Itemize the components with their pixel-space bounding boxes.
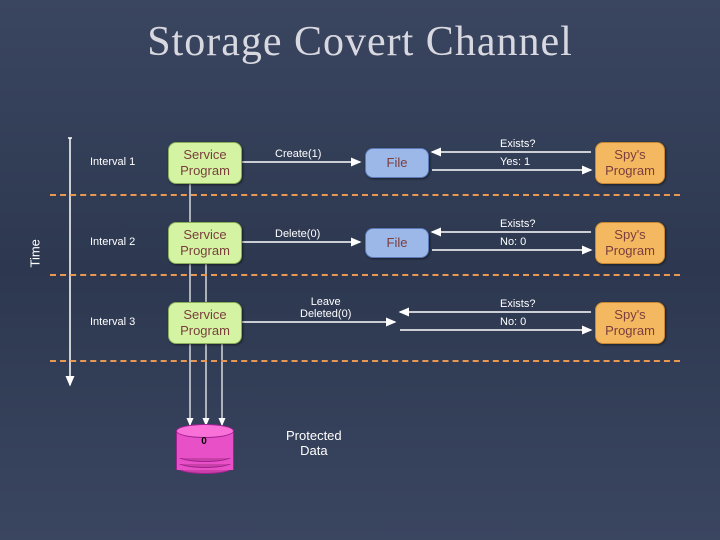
- divider-1: [50, 194, 680, 196]
- interval-2-label: Interval 2: [90, 236, 135, 248]
- slide-title: Storage Covert Channel: [0, 0, 720, 66]
- answer-label-2: No: 0: [500, 236, 526, 248]
- spy-box-2: Spy's Program: [595, 222, 665, 264]
- op-label-3: Leave Deleted(0): [300, 296, 351, 320]
- spy-box-3: Spy's Program: [595, 302, 665, 344]
- spy-box-2-text: Spy's Program: [605, 227, 655, 258]
- file-box-2-text: File: [387, 235, 408, 251]
- divider-3: [50, 360, 680, 362]
- answer-label-1: Yes: 1: [500, 156, 530, 168]
- answer-label-3: No: 0: [500, 316, 526, 328]
- cylinder-text: 0: [176, 436, 232, 447]
- interval-1-label: Interval 1: [90, 156, 135, 168]
- file-box-2: File: [365, 228, 429, 258]
- spy-box-1-text: Spy's Program: [605, 147, 655, 178]
- exists-label-1: Exists?: [500, 138, 535, 150]
- interval-3-label: Interval 3: [90, 316, 135, 328]
- service-box-2: Service Program: [168, 222, 242, 264]
- service-box-3: Service Program: [168, 302, 242, 344]
- time-axis-label: Time: [28, 239, 43, 267]
- service-box-2-text: Service Program: [180, 227, 230, 258]
- data-cylinder-1: 0: [176, 424, 232, 462]
- spy-box-3-text: Spy's Program: [605, 307, 655, 338]
- file-box-1-text: File: [387, 155, 408, 171]
- op-label-2: Delete(0): [275, 228, 320, 240]
- divider-2: [50, 274, 680, 276]
- file-box-1: File: [365, 148, 429, 178]
- service-box-1: Service Program: [168, 142, 242, 184]
- exists-label-2: Exists?: [500, 218, 535, 230]
- exists-label-3: Exists?: [500, 298, 535, 310]
- diagram-area: Time Interval 1 Service Program Create(1…: [40, 130, 690, 490]
- spy-box-1: Spy's Program: [595, 142, 665, 184]
- service-box-3-text: Service Program: [180, 307, 230, 338]
- op-label-1: Create(1): [275, 148, 321, 160]
- protected-data-label: Protected Data: [286, 428, 342, 458]
- arrow-layer: [40, 130, 690, 490]
- service-box-1-text: Service Program: [180, 147, 230, 178]
